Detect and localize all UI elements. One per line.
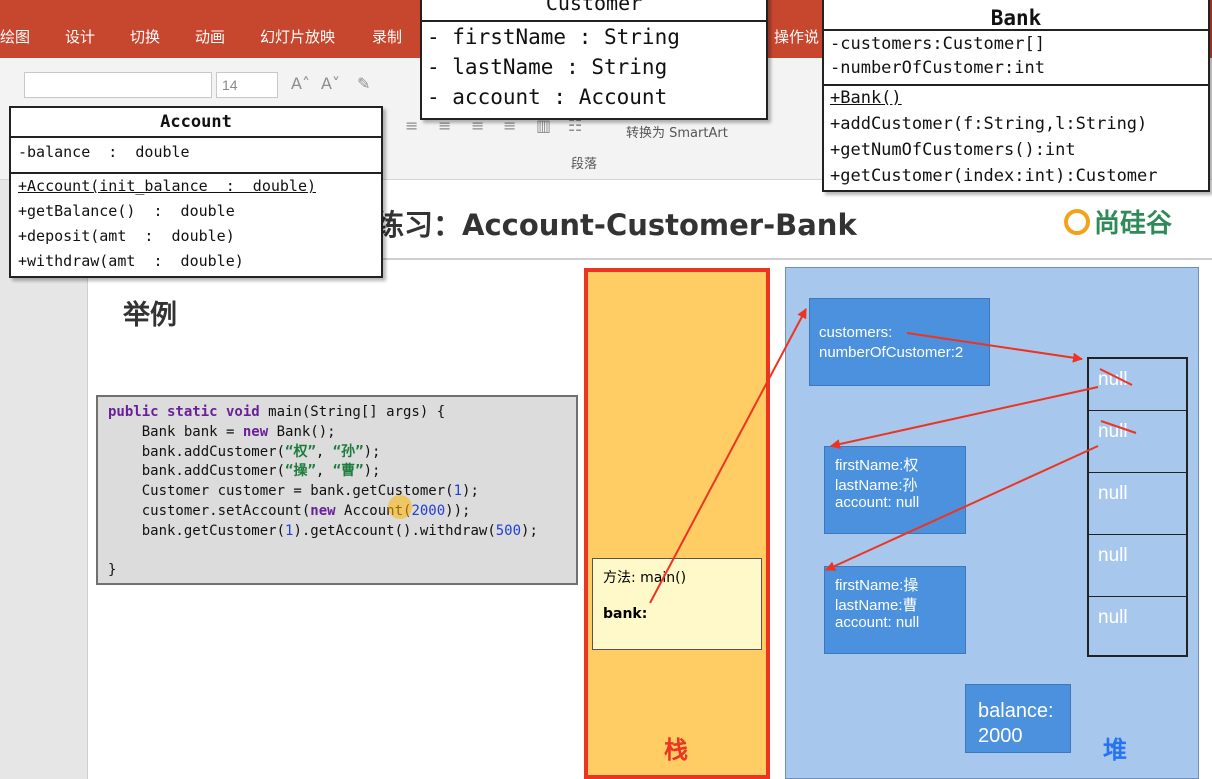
stack-label: 栈 xyxy=(664,736,688,764)
bank-customers-attribute: -customers:Customer[] xyxy=(830,34,1045,54)
stack-frame-bank-variable: bank: xyxy=(603,606,648,622)
decrease-font-icon[interactable]: A˅ xyxy=(321,74,340,93)
account-get-balance: +getBalance() : double xyxy=(18,202,235,220)
customer-2-last-name: lastName:曹 xyxy=(835,597,918,614)
array-cell-0-value: null xyxy=(1098,369,1128,390)
account-balance-value: 2000 xyxy=(978,725,1023,747)
stack-frame-method: 方法: main() xyxy=(603,570,687,586)
logo-text: 尚硅谷 xyxy=(1094,209,1173,239)
code-example: public static void main(String[] args) {… xyxy=(96,395,578,585)
customers-array: null null null null null xyxy=(1087,357,1188,657)
code-line-withdraw: bank.getCustomer(1).getAccount().withdra… xyxy=(108,522,538,539)
customer-uml-title: Customer xyxy=(422,0,766,22)
array-cell-1-value: null xyxy=(1098,421,1128,442)
array-cell-4-value: null xyxy=(1098,607,1128,628)
account-attributes: -balance : double xyxy=(11,138,381,174)
code-line-main: public static void main(String[] args) { xyxy=(108,404,446,420)
account-deposit: +deposit(amt : double) xyxy=(18,227,235,245)
code-line-set-account: customer.setAccount(new Account(2000)); xyxy=(108,502,471,519)
paragraph-group-label: 段落 xyxy=(571,157,598,172)
account-uml-title: Account xyxy=(11,108,381,138)
code-line-add-first: bank.addCustomer(“权”, “孙”); xyxy=(108,443,381,460)
slide-title: 练习：Account-Customer-Bank xyxy=(375,208,857,242)
logo: 尚硅谷 xyxy=(1064,203,1172,240)
increase-font-icon[interactable]: A˄ xyxy=(291,74,310,93)
font-size-select[interactable]: 14 xyxy=(216,72,278,98)
account-uml-card: Account -balance : double +Account(init_… xyxy=(9,106,383,278)
account-balance-label: balance: xyxy=(978,700,1054,722)
account-methods: +Account(init_balance : double) +getBala… xyxy=(11,174,381,277)
logo-mark-icon xyxy=(1064,209,1090,235)
bank-uml-title: Bank xyxy=(824,0,1208,31)
bank-customers-field: customers: xyxy=(819,324,893,341)
customer-first-name-attribute: - firstName : String xyxy=(427,25,680,49)
align-left-icon[interactable]: ≡ xyxy=(405,116,418,135)
customer-2-first-name: firstName:操 xyxy=(835,577,919,594)
font-family-select[interactable] xyxy=(24,72,212,98)
bank-get-customer: +getCustomer(index:int):Customer xyxy=(830,166,1158,186)
code-line-add-second: bank.addCustomer(“操”, “曹”); xyxy=(108,463,381,480)
customer-1-first-name: firstName:权 xyxy=(835,457,919,474)
tab-transitions[interactable]: 切换 xyxy=(130,26,160,47)
bank-add-customer: +addCustomer(f:String,l:String) xyxy=(830,114,1148,134)
bank-attributes: -customers:Customer[] -numberOfCustomer:… xyxy=(824,31,1208,86)
mouse-cursor-highlight xyxy=(388,495,412,519)
account-object: balance: 2000 xyxy=(965,684,1071,753)
account-constructor: +Account(init_balance : double) xyxy=(18,177,317,195)
bank-number-field: numberOfCustomer:2 xyxy=(819,344,964,361)
array-cell-2: null xyxy=(1089,473,1186,535)
account-balance-attribute: -balance : double xyxy=(18,143,190,161)
bank-uml-card: Bank -customers:Customer[] -numberOfCust… xyxy=(822,0,1210,192)
font-size-value: 14 xyxy=(222,77,238,93)
tab-slideshow[interactable]: 幻灯片放映 xyxy=(260,26,335,47)
customer-attributes: - firstName : String - lastName : String… xyxy=(422,22,766,115)
tab-record[interactable]: 录制 xyxy=(372,26,402,47)
customer-object-2: firstName:操 lastName:曹 account: null xyxy=(824,566,966,654)
bank-get-count: +getNumOfCustomers():int xyxy=(830,140,1076,160)
code-line-close: } xyxy=(108,562,117,579)
customer-account-attribute: - account : Account xyxy=(427,85,668,109)
heap-label: 堆 xyxy=(1103,736,1127,764)
powerpoint-window: 绘图 设计 切换 动画 幻灯片放映 录制 操作说 14 A˄ A˅ ✎ ≡ ≡ … xyxy=(0,0,1212,779)
customer-1-account: account: null xyxy=(835,494,920,511)
array-cell-2-value: null xyxy=(1098,483,1128,504)
customer-2-account: account: null xyxy=(835,614,920,631)
code-line-get-customer: Customer customer = bank.getCustomer(1); xyxy=(108,483,479,500)
bank-constructor: +Bank() xyxy=(830,88,902,108)
tab-draw[interactable]: 绘图 xyxy=(0,26,30,47)
convert-to-smartart[interactable]: 转换为 SmartArt xyxy=(626,122,728,141)
main-stack-frame: 方法: main() bank: xyxy=(592,558,762,650)
bank-object: customers: numberOfCustomer:2 xyxy=(809,298,990,386)
account-withdraw: +withdraw(amt : double) xyxy=(18,252,244,270)
example-heading: 举例 xyxy=(123,300,177,331)
bank-methods: +Bank() +addCustomer(f:String,l:String) … xyxy=(824,86,1208,192)
tab-animations[interactable]: 动画 xyxy=(195,26,225,47)
array-cell-0: null xyxy=(1089,359,1186,411)
array-cell-4: null xyxy=(1089,597,1186,659)
tab-design[interactable]: 设计 xyxy=(65,26,95,47)
tab-tell-me[interactable]: 操作说 xyxy=(774,26,819,47)
customer-last-name-attribute: - lastName : String xyxy=(427,55,668,79)
bank-count-attribute: -numberOfCustomer:int xyxy=(830,58,1045,78)
array-cell-1: null xyxy=(1089,411,1186,473)
array-cell-3-value: null xyxy=(1098,545,1128,566)
customer-object-1: firstName:权 lastName:孙 account: null xyxy=(824,446,966,534)
stack-memory-area xyxy=(584,268,770,779)
customer-uml-card: Customer - firstName : String - lastName… xyxy=(420,0,768,120)
clear-format-icon[interactable]: ✎ xyxy=(357,74,370,93)
array-cell-3: null xyxy=(1089,535,1186,597)
code-line-bank: Bank bank = new Bank(); xyxy=(108,423,336,440)
customer-1-last-name: lastName:孙 xyxy=(835,477,918,494)
